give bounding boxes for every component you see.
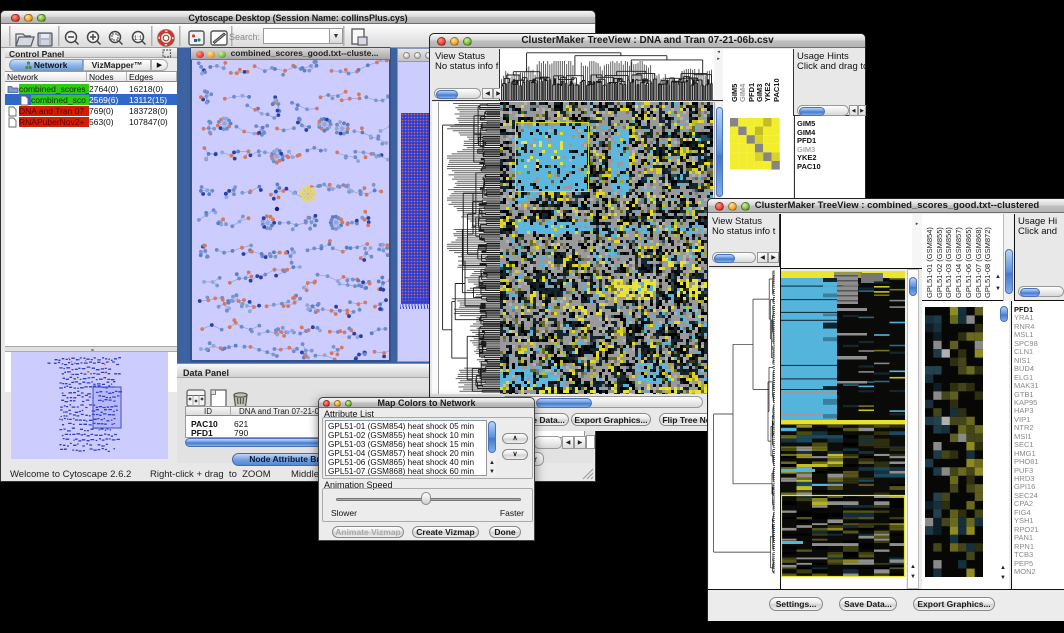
svg-text:1:1: 1:1 xyxy=(134,36,143,42)
svg-text:Search:: Search: xyxy=(229,32,260,42)
